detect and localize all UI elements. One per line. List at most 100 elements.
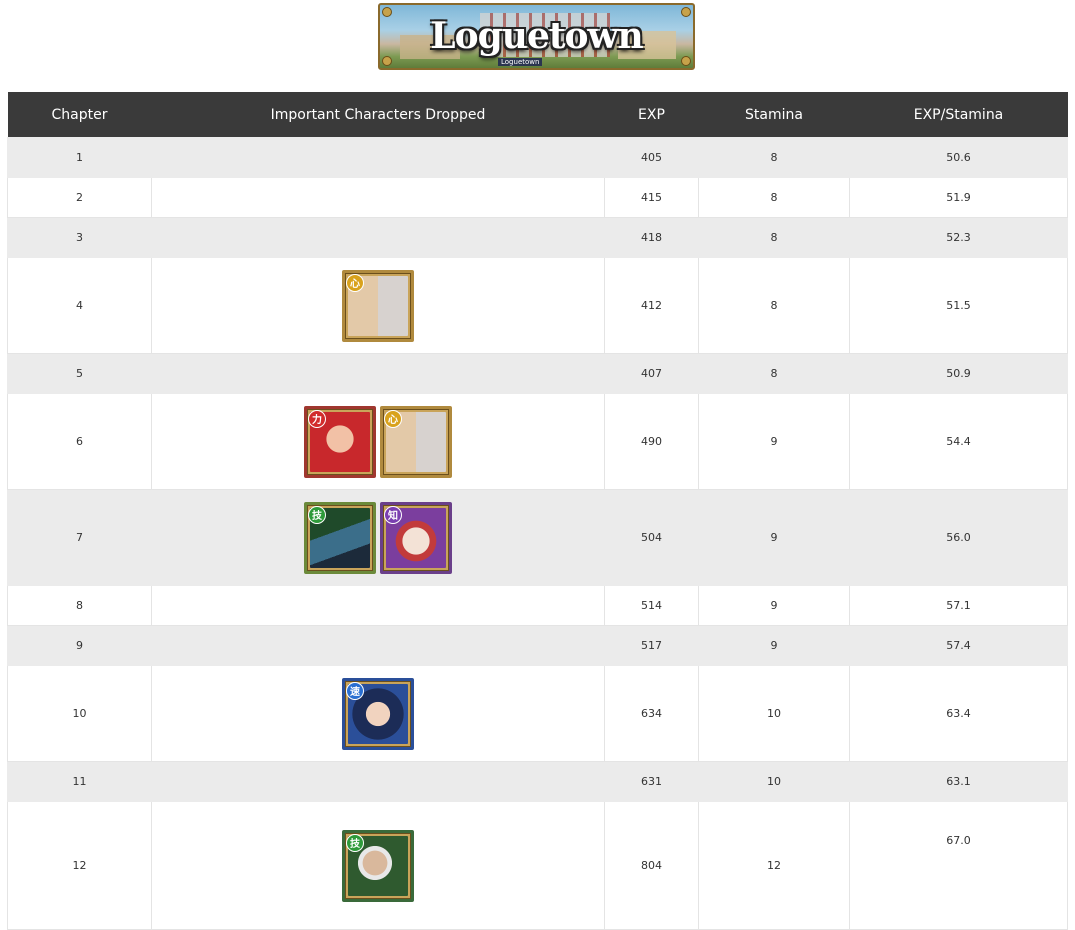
drops-cell [151, 625, 605, 666]
table-row: 8 514 9 57.1 [7, 585, 1068, 626]
chapter-cell: 2 [7, 177, 152, 218]
chapter-cell: 5 [7, 353, 152, 394]
stamina-cell: 8 [698, 353, 850, 394]
type-badge-icon: 心 [384, 409, 402, 428]
drops-cell: 技 [151, 801, 605, 930]
table-row: 2 415 8 51.9 [7, 177, 1068, 218]
drops-icons: 技 [152, 829, 604, 902]
chapter-cell: 12 [7, 801, 152, 930]
stamina-cell: 10 [698, 665, 850, 762]
chapter-cell: 6 [7, 393, 152, 490]
stamina-cell: 10 [698, 761, 850, 802]
exp-per-stamina-cell: 51.5 [849, 257, 1068, 354]
table-row: 5 407 8 50.9 [7, 353, 1068, 394]
exp-per-stamina-cell: 57.1 [849, 585, 1068, 626]
table-row: 6 力心 490 9 54.4 [7, 393, 1068, 490]
header-stamina: Stamina [698, 92, 850, 138]
chapter-cell: 7 [7, 489, 152, 586]
drops-icons: 技知 [152, 501, 604, 574]
stamina-cell: 9 [698, 625, 850, 666]
drops-icons: 速 [152, 677, 604, 750]
type-badge-icon: 技 [346, 833, 364, 852]
buggy-unit-icon[interactable]: 知 [380, 501, 452, 574]
chapter-cell: 3 [7, 217, 152, 258]
banner-rivet-icon [681, 56, 691, 66]
drops-cell: 速 [151, 665, 605, 762]
exp-cell: 405 [604, 137, 699, 178]
drops-icons: 心 [152, 269, 604, 342]
exp-per-stamina-cell: 56.0 [849, 489, 1068, 586]
table-row: 3 418 8 52.3 [7, 217, 1068, 258]
exp-cell: 407 [604, 353, 699, 394]
chapter-table: Chapter Important Characters Dropped EXP… [7, 92, 1068, 930]
drops-cell: 心 [151, 257, 605, 354]
drops-cell [151, 761, 605, 802]
header-chapter: Chapter [7, 92, 152, 138]
stamina-cell: 9 [698, 489, 850, 586]
chapter-cell: 4 [7, 257, 152, 354]
banner-rivet-icon [681, 7, 691, 17]
exp-cell: 517 [604, 625, 699, 666]
stamina-cell: 8 [698, 257, 850, 354]
table-row: 1 405 8 50.6 [7, 137, 1068, 178]
green-haired-swordsman-unit-icon[interactable]: 技 [304, 501, 376, 574]
exp-per-stamina-cell: 50.6 [849, 137, 1068, 178]
exp-cell: 504 [604, 489, 699, 586]
drops-cell [151, 177, 605, 218]
drops-cell [151, 585, 605, 626]
table-header-row: Chapter Important Characters Dropped EXP… [7, 92, 1068, 138]
loguetown-banner: Loguetown Loguetown [378, 3, 695, 70]
exp-cell: 418 [604, 217, 699, 258]
exp-per-stamina-cell: 51.9 [849, 177, 1068, 218]
stamina-cell: 9 [698, 585, 850, 626]
exp-cell: 412 [604, 257, 699, 354]
drops-icons: 力心 [152, 405, 604, 478]
type-badge-icon: 技 [308, 505, 326, 524]
table-row: 4 心 412 8 51.5 [7, 257, 1068, 354]
banner-rivet-icon [382, 7, 392, 17]
exp-per-stamina-cell: 67.0 [849, 801, 1068, 930]
chapter-cell: 11 [7, 761, 152, 802]
header-exp-per-stamina: EXP/Stamina [849, 92, 1068, 138]
stamina-cell: 8 [698, 217, 850, 258]
drops-cell: 技知 [151, 489, 605, 586]
chapter-cell: 9 [7, 625, 152, 666]
chapter-cell: 10 [7, 665, 152, 762]
alvida-unit-icon[interactable]: 力 [304, 405, 376, 478]
drops-cell [151, 353, 605, 394]
exp-per-stamina-cell: 52.3 [849, 217, 1068, 258]
exp-per-stamina-cell: 50.9 [849, 353, 1068, 394]
stamina-cell: 8 [698, 177, 850, 218]
header-exp: EXP [604, 92, 699, 138]
banner-rivet-icon [382, 56, 392, 66]
smoker-unit-icon[interactable]: 技 [342, 829, 414, 902]
header-characters-dropped: Important Characters Dropped [151, 92, 605, 138]
stamina-cell: 8 [698, 137, 850, 178]
exp-cell: 631 [604, 761, 699, 802]
exp-cell: 634 [604, 665, 699, 762]
table-row: 10 速 634 10 63.4 [7, 665, 1068, 762]
stamina-cell: 12 [698, 801, 850, 930]
type-badge-icon: 心 [346, 273, 364, 292]
type-badge-icon: 知 [384, 505, 402, 524]
exp-cell: 490 [604, 393, 699, 490]
exp-per-stamina-cell: 63.4 [849, 665, 1068, 762]
table-row: 11 631 10 63.1 [7, 761, 1068, 802]
banner-title: Loguetown [430, 15, 643, 57]
exp-per-stamina-cell: 54.4 [849, 393, 1068, 490]
table-body: 1 405 8 50.6 2 415 8 51.9 3 418 8 52.3 4 心 412 8 51.5 5 40… [7, 137, 1068, 930]
exp-cell: 415 [604, 177, 699, 218]
chapter-cell: 1 [7, 137, 152, 178]
table-row: 12 技 804 12 67.0 [7, 801, 1068, 930]
drops-cell: 力心 [151, 393, 605, 490]
exp-cell: 804 [604, 801, 699, 930]
stamina-cell: 9 [698, 393, 850, 490]
type-badge-icon: 力 [308, 409, 326, 428]
chapter-cell: 8 [7, 585, 152, 626]
old-men-duo-unit-icon[interactable]: 心 [342, 269, 414, 342]
drops-cell [151, 137, 605, 178]
type-badge-icon: 速 [346, 681, 364, 700]
banner-subtitle: Loguetown [498, 58, 543, 66]
tashigi-unit-icon[interactable]: 速 [342, 677, 414, 750]
old-men-duo-unit-icon[interactable]: 心 [380, 405, 452, 478]
